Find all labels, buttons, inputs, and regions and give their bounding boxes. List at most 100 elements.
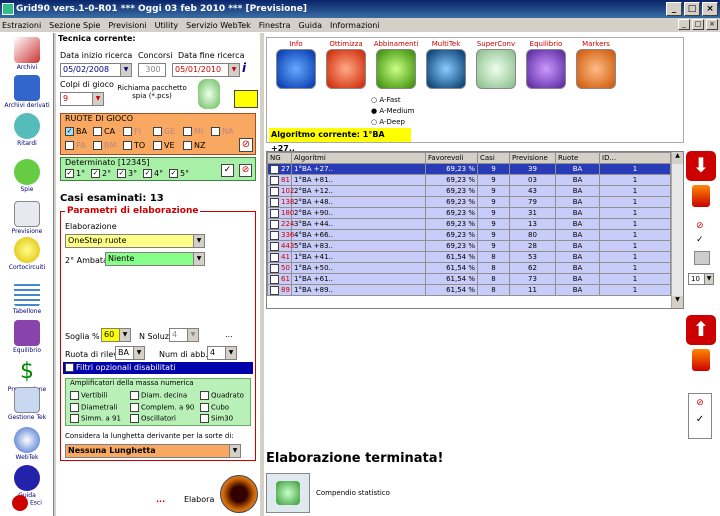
- table-row[interactable]: 224 3°BA +44.. 69,23 % 9 13 BA 1: [267, 218, 671, 230]
- move-up-button[interactable]: ⬆: [686, 315, 716, 345]
- sidebar-item-archivi[interactable]: Archivi: [0, 37, 54, 71]
- row-checkbox[interactable]: [270, 285, 279, 295]
- ampl-quadrato[interactable]: Quadrato: [200, 391, 244, 400]
- row-checkbox[interactable]: [270, 252, 279, 262]
- det-5[interactable]: ✓ 5°: [169, 169, 189, 178]
- table-row[interactable]: 180 2°BA +90.. 69,23 % 9 31 BA 1: [267, 207, 671, 219]
- ampl-sim30[interactable]: Sim30: [200, 414, 233, 423]
- color-swatch[interactable]: [234, 90, 258, 108]
- clear-det-icon[interactable]: ⊘: [239, 164, 252, 177]
- algo-medium[interactable]: ● A-Medium: [371, 107, 415, 115]
- algo-deep[interactable]: ○ A-Deep: [371, 118, 405, 126]
- count-spinner[interactable]: 10 ▼: [688, 273, 714, 285]
- ampl-vertibili[interactable]: Vertibili: [70, 391, 107, 400]
- nsoluz-select[interactable]: 4 ▼: [169, 328, 199, 342]
- sidebar-item-ritardi[interactable]: Ritardi: [0, 113, 54, 147]
- equilibrio-button[interactable]: Equilibrio: [523, 40, 569, 89]
- grid-scrollbar[interactable]: ▲ ▼: [671, 152, 683, 308]
- ruota-ca[interactable]: CA: [93, 127, 115, 136]
- menu-finestra[interactable]: Finestra: [259, 21, 291, 30]
- sidebar-item-gestione-tek[interactable]: Gestione Tek: [0, 387, 54, 421]
- sidebar-item-tabellone[interactable]: Tabellone: [0, 281, 54, 315]
- det-4[interactable]: ✓ 4°: [143, 169, 163, 178]
- date-start-field[interactable]: 05/02/2008 ▼: [60, 63, 132, 77]
- table-row[interactable]: 81 1°BA +81.. 69,23 % 9 03 BA 1: [267, 174, 671, 186]
- ruota-pa[interactable]: PA: [65, 141, 86, 150]
- sidebar-item-guida[interactable]: Guida: [0, 465, 54, 499]
- ruota-mi[interactable]: MI: [183, 127, 203, 136]
- cancel-icon[interactable]: ⊘: [696, 221, 704, 231]
- row-checkbox[interactable]: [270, 186, 279, 196]
- det-3[interactable]: ✓ 3°: [117, 169, 137, 178]
- sidebar-item-cortocircuiti[interactable]: Cortocircuiti: [0, 237, 54, 271]
- ampl-complem[interactable]: Complem. a 90: [130, 403, 194, 412]
- menu-previsioni[interactable]: Previsioni: [108, 21, 146, 30]
- mdi-close-button[interactable]: ×: [706, 19, 718, 30]
- row-checkbox[interactable]: [270, 230, 279, 240]
- abb-select[interactable]: 4 ▼: [207, 346, 237, 360]
- ampl-simm91[interactable]: Simm. a 91: [70, 414, 121, 423]
- row-checkbox[interactable]: [270, 219, 279, 229]
- elabora-button[interactable]: [220, 475, 258, 513]
- menu-estrazioni[interactable]: Estrazioni: [2, 21, 41, 30]
- ampl-diametrali[interactable]: Diametrali: [70, 403, 118, 412]
- algo-fast[interactable]: ○ A-Fast: [371, 96, 401, 104]
- col-ng[interactable]: NG: [267, 152, 292, 164]
- minimize-button[interactable]: _: [666, 2, 682, 16]
- colpi-field[interactable]: 9 ▼: [60, 92, 104, 106]
- col-id[interactable]: ID...: [599, 152, 671, 164]
- check-all-icon[interactable]: ✓: [221, 164, 234, 177]
- menu-sezione-spie[interactable]: Sezione Spie: [49, 21, 100, 30]
- sidebar-item-previsione[interactable]: Previsione: [0, 201, 54, 235]
- ruota-select[interactable]: BA ▼: [115, 346, 145, 360]
- abbinamenti-button[interactable]: Abbinamenti: [373, 40, 419, 89]
- ruota-ge[interactable]: GE: [153, 127, 175, 136]
- row-checkbox[interactable]: [270, 175, 279, 185]
- concorsi-field[interactable]: 300: [138, 63, 166, 77]
- info-icon[interactable]: i: [242, 61, 246, 75]
- spy-lens-icon[interactable]: [198, 79, 220, 109]
- close-button[interactable]: ×: [702, 2, 718, 16]
- ruota-ba[interactable]: ✓ BA: [65, 127, 87, 136]
- table-row[interactable]: 41 1°BA +41.. 61,54 % 8 53 BA 1: [267, 251, 671, 263]
- elab-select[interactable]: OneStep ruote ▼: [65, 234, 205, 248]
- scroll-down-icon[interactable]: ▼: [672, 296, 683, 308]
- det-1[interactable]: ✓ 1°: [65, 169, 85, 178]
- table-row[interactable]: 50 1°BA +50.. 61,54 % 8 62 BA 1: [267, 262, 671, 274]
- lunghezza-select[interactable]: Nessuna Lunghetta ▼: [65, 444, 241, 458]
- check-icon[interactable]: ✓: [696, 235, 704, 245]
- table-row[interactable]: ✓ 27 1°BA +27.. 69,23 % 9 39 BA 1: [267, 163, 671, 175]
- move-down-button[interactable]: ⬇: [686, 151, 716, 181]
- menu-utility[interactable]: Utility: [155, 21, 179, 30]
- compendio-button[interactable]: [266, 473, 310, 513]
- sidebar-item-equilibrio[interactable]: Equilibrio: [0, 320, 54, 354]
- ruota-nz[interactable]: NZ: [183, 141, 205, 150]
- mdi-restore-button[interactable]: □: [692, 19, 704, 30]
- menu-servizio-webtek[interactable]: Servizio WebTek: [186, 21, 251, 30]
- row-checkbox[interactable]: ✓: [270, 164, 279, 174]
- table-row[interactable]: 336 4°BA +66.. 69,23 % 9 80 BA 1: [267, 229, 671, 241]
- cancel-icon[interactable]: ⊘: [689, 398, 711, 408]
- menu-guida[interactable]: Guida: [299, 21, 322, 30]
- ruota-to[interactable]: TO: [123, 141, 145, 150]
- maximize-button[interactable]: □: [684, 2, 700, 16]
- ampl-oscillatori[interactable]: Oscillatori: [130, 414, 176, 423]
- pot-icon[interactable]: [692, 349, 710, 371]
- table-row[interactable]: 102 2°BA +12.. 69,23 % 9 43 BA 1: [267, 185, 671, 197]
- ampl-diam-decina[interactable]: Diam. decina: [130, 391, 187, 400]
- table-row[interactable]: 89 1°BA +89.. 61,54 % 8 11 BA 1: [267, 284, 671, 296]
- det-2[interactable]: ✓ 2°: [91, 169, 111, 178]
- clear-ruote-icon[interactable]: ⊘: [239, 138, 253, 152]
- ruota-ve[interactable]: VE: [153, 141, 175, 150]
- col-casi[interactable]: Casi: [477, 152, 510, 164]
- multitek-button[interactable]: MultiTek: [423, 40, 469, 89]
- ruota-fi[interactable]: FI: [123, 127, 141, 136]
- col-favorevoli[interactable]: Favorevoli: [425, 152, 478, 164]
- scroll-up-icon[interactable]: ▲: [672, 152, 683, 164]
- mdi-minimize-button[interactable]: _: [678, 19, 690, 30]
- table-row[interactable]: 61 1°BA +61.. 61,54 % 8 73 BA 1: [267, 273, 671, 285]
- soglia-select[interactable]: 60 ▼: [101, 328, 131, 342]
- ottimizza-button[interactable]: Ottimizza: [323, 40, 369, 89]
- filtri-toggle[interactable]: Filtri opzionali disabilitati: [63, 362, 253, 374]
- row-checkbox[interactable]: [270, 274, 279, 284]
